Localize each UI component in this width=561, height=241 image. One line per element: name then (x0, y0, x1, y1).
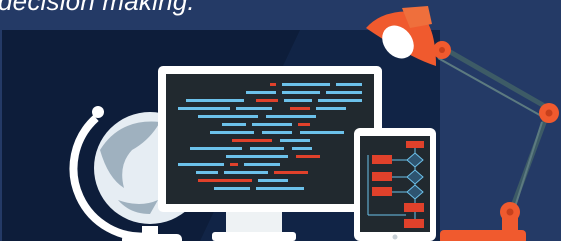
illustration-canvas (2, 6, 559, 241)
tablet-flowchart-icon (354, 128, 436, 241)
hero-illustration-scene: decision making. (0, 0, 561, 241)
